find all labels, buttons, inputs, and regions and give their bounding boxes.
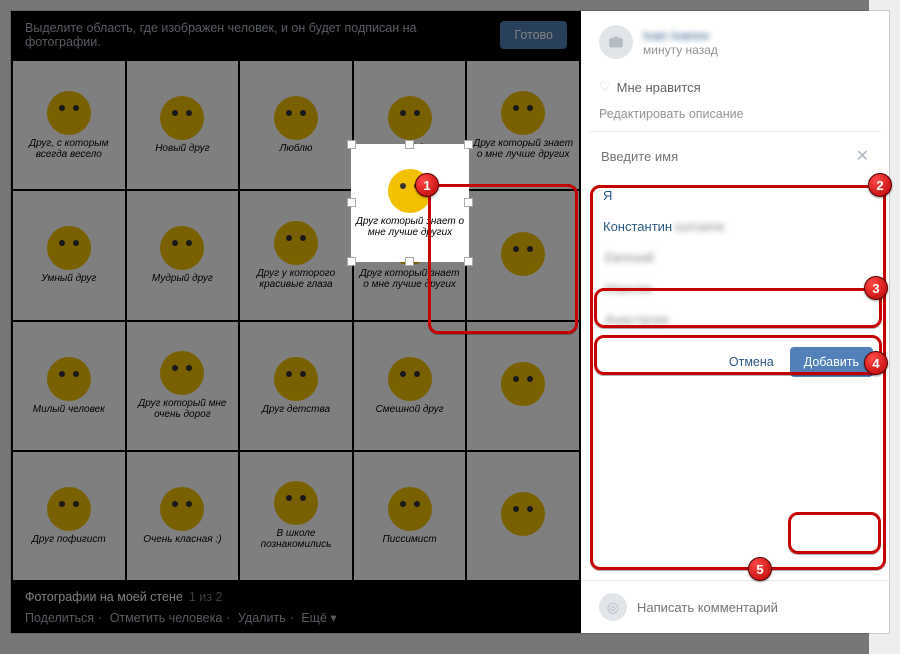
- photo-counter: 1 из 2: [189, 590, 223, 604]
- annotation-badge: 3: [864, 276, 888, 300]
- resize-handle[interactable]: [464, 257, 473, 266]
- photo-grid: Друг, с которым всегда весело Новый друг…: [11, 59, 581, 582]
- resize-handle[interactable]: [464, 140, 473, 149]
- camera-icon: [608, 34, 624, 50]
- edit-description[interactable]: Редактировать описание: [581, 101, 889, 131]
- delete-link[interactable]: Удалить: [238, 611, 286, 625]
- cell-caption: Друг у которого красивые глаза: [242, 268, 350, 290]
- suggestion-item[interactable]: Максим: [593, 273, 877, 304]
- suggestion-me[interactable]: Я: [593, 180, 877, 211]
- resize-handle[interactable]: [405, 257, 414, 266]
- cancel-button[interactable]: Отмена: [721, 348, 782, 376]
- avatar[interactable]: [599, 25, 633, 59]
- tag-panel: ✕ Я Константинsurname Евгений Максим Ана…: [589, 131, 881, 389]
- cell-caption: Очень класная :): [143, 534, 221, 545]
- cell-caption: Люблю: [280, 143, 313, 154]
- timestamp: минуту назад: [643, 43, 718, 57]
- tag-person-link[interactable]: Отметить человека: [110, 611, 223, 625]
- annotation-badge: 1: [415, 173, 439, 197]
- more-link[interactable]: Ещё ▾: [301, 611, 336, 625]
- cell-caption: Друг который знает о мне лучше других: [469, 138, 577, 160]
- cell-caption: Друг который мне очень дорог: [129, 398, 237, 420]
- annotation-badge: 4: [864, 351, 888, 375]
- annotation-badge: 5: [748, 557, 772, 581]
- cell-caption: Друг пофигист: [32, 534, 106, 545]
- cell-caption: Писсимист: [383, 534, 437, 545]
- cell-caption: Друг который знает о мне лучше других: [354, 216, 466, 238]
- comment-input[interactable]: [637, 600, 813, 615]
- annotation-badge: 2: [868, 173, 892, 197]
- name-input[interactable]: [601, 149, 856, 164]
- cell-caption: Новый друг: [155, 143, 209, 154]
- suggestion-item[interactable]: Константинsurname: [593, 211, 877, 242]
- album-title: Фотографии на моей стене1 из 2: [25, 590, 567, 604]
- done-button[interactable]: Готово: [500, 21, 567, 49]
- tag-instruction: Выделите область, где изображен человек,…: [25, 21, 488, 49]
- suggestion-item[interactable]: Анастасия: [593, 304, 877, 335]
- camera-icon[interactable]: ◎: [599, 593, 627, 621]
- cell-caption: Милый человек: [33, 404, 105, 415]
- close-icon[interactable]: ✕: [856, 146, 869, 166]
- resize-handle[interactable]: [464, 198, 473, 207]
- cell-caption: Друг который знает о мне лучше других: [356, 268, 464, 290]
- resize-handle[interactable]: [347, 257, 356, 266]
- share-link[interactable]: Поделиться: [25, 611, 94, 625]
- cell-caption: Умный друг: [41, 273, 96, 284]
- cell-caption: Смешной друг: [376, 404, 444, 415]
- cell-caption: Мудрый друг: [152, 273, 213, 284]
- cell-caption: Друг, с которым всегда весело: [15, 138, 123, 160]
- cell-caption: В школе познакомились: [242, 528, 350, 550]
- add-button[interactable]: Добавить: [790, 347, 873, 377]
- cell-caption: Друг детства: [262, 404, 330, 415]
- like-button[interactable]: ♡Мне нравится: [581, 73, 889, 101]
- resize-handle[interactable]: [405, 140, 414, 149]
- suggestion-item[interactable]: Евгений: [593, 242, 877, 273]
- heart-icon: ♡: [599, 79, 611, 95]
- resize-handle[interactable]: [347, 198, 356, 207]
- selection-box[interactable]: Друг который знает о мне лучше других: [351, 144, 469, 262]
- photo-area[interactable]: Друг, с которым всегда весело Новый друг…: [11, 59, 581, 582]
- author-name[interactable]: Ivan Ivanov: [643, 28, 718, 43]
- resize-handle[interactable]: [347, 140, 356, 149]
